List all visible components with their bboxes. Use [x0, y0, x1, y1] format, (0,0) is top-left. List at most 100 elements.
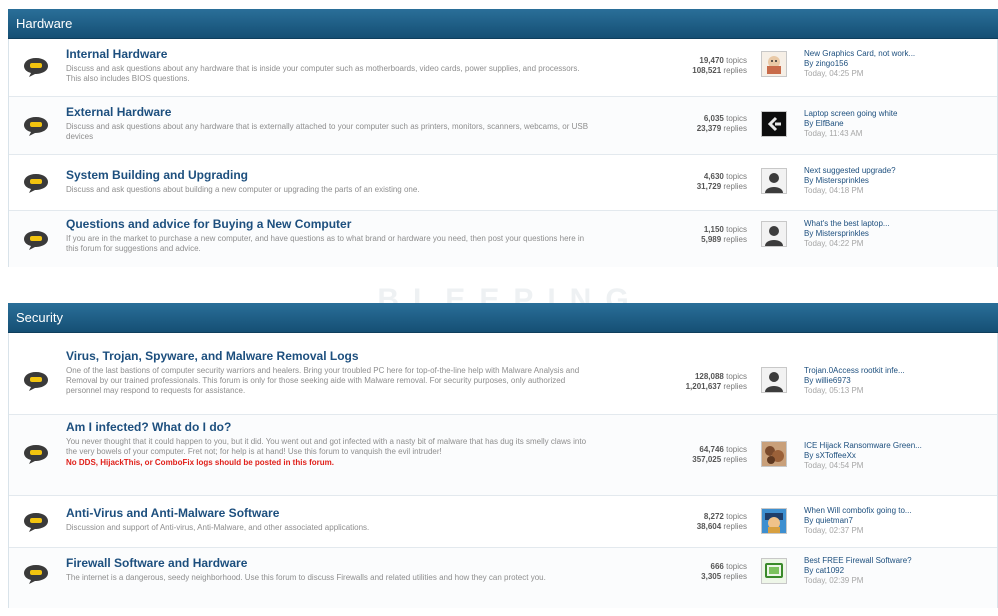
replies-count: 23,379: [696, 124, 722, 133]
topics-count: 6,035: [703, 114, 724, 123]
last-post-title-link[interactable]: When Will combofix going to...: [804, 506, 994, 516]
forum-row: System Building and Upgrading Discuss an…: [9, 155, 997, 211]
category-header[interactable]: Hardware: [8, 9, 998, 39]
forum-title-link[interactable]: External Hardware: [66, 105, 591, 120]
last-post-author: By cat1092: [804, 566, 994, 576]
replies-count: 357,025: [692, 455, 722, 464]
last-post-info: Trojan.0Access rootkit infe... By willie…: [804, 366, 994, 396]
last-post-author-link[interactable]: zingo156: [816, 59, 848, 68]
forum-title-link[interactable]: Anti-Virus and Anti-Malware Software: [66, 506, 591, 521]
forum-title-link[interactable]: Firewall Software and Hardware: [66, 556, 591, 571]
forum-stats: 64,746 topics 357,025 replies: [627, 445, 747, 465]
last-post-title-link[interactable]: Laptop screen going white: [804, 109, 994, 119]
last-post-title-link[interactable]: Best FREE Firewall Software?: [804, 556, 994, 566]
last-post-info: When Will combofix going to... By quietm…: [804, 506, 994, 536]
topics-count: 8,272: [703, 512, 724, 521]
replies-count: 31,729: [696, 182, 722, 191]
by-label: By: [804, 59, 814, 68]
forum-row: Questions and advice for Buying a New Co…: [9, 211, 997, 267]
forum-description: If you are in the market to purchase a n…: [66, 234, 585, 253]
forum-row: Am I infected? What do I do? You never t…: [9, 415, 997, 496]
by-label: By: [804, 229, 814, 238]
replies-label: replies: [723, 522, 747, 531]
last-post-title-link[interactable]: Trojan.0Access rootkit infe...: [804, 366, 994, 376]
forum-info: Am I infected? What do I do? You never t…: [66, 420, 591, 468]
last-poster-avatar[interactable]: [761, 111, 787, 137]
last-post-title-link[interactable]: What's the best laptop...: [804, 219, 994, 229]
last-post-author-link[interactable]: willie6973: [816, 376, 851, 385]
last-post-title-link[interactable]: New Graphics Card, not work...: [804, 49, 994, 59]
forum-stats: 666 topics 3,305 replies: [627, 562, 747, 582]
last-poster-avatar[interactable]: [761, 367, 787, 393]
last-post-author-link[interactable]: Mistersprinkles: [816, 176, 869, 185]
last-post-info: What's the best laptop... By Mistersprin…: [804, 219, 994, 249]
last-poster-avatar[interactable]: [761, 558, 787, 584]
last-poster-avatar[interactable]: [761, 508, 787, 534]
forum-stats: 8,272 topics 38,604 replies: [627, 512, 747, 532]
category-header[interactable]: Security: [8, 303, 998, 333]
last-post-time: Today, 05:13 PM: [804, 386, 864, 395]
last-post-time: Today, 04:25 PM: [804, 69, 864, 78]
forum-info: Virus, Trojan, Spyware, and Malware Remo…: [66, 349, 591, 396]
forum-title-link[interactable]: Internal Hardware: [66, 47, 591, 62]
forum-info: External Hardware Discuss and ask questi…: [66, 105, 591, 142]
last-poster-avatar[interactable]: [761, 168, 787, 194]
last-post-author: By quietman7: [804, 516, 994, 526]
forum-description: Discussion and support of Anti-virus, An…: [66, 523, 370, 532]
forum-stats: 19,470 topics 108,521 replies: [627, 56, 747, 76]
forum-bubble-icon: [24, 231, 48, 250]
last-poster-avatar[interactable]: [761, 441, 787, 467]
last-poster-avatar[interactable]: [761, 51, 787, 77]
topics-label: topics: [726, 172, 747, 181]
last-post-info: New Graphics Card, not work... By zingo1…: [804, 49, 994, 79]
last-post-author-link[interactable]: cat1092: [816, 566, 844, 575]
replies-count: 5,989: [701, 235, 722, 244]
forum-list: Virus, Trojan, Spyware, and Malware Remo…: [8, 333, 998, 608]
replies-count: 108,521: [692, 66, 722, 75]
replies-label: replies: [723, 124, 747, 133]
last-post-author-link[interactable]: quietman7: [816, 516, 853, 525]
last-post-author-link[interactable]: Mistersprinkles: [816, 229, 869, 238]
replies-count: 3,305: [701, 572, 722, 581]
topics-count: 64,746: [699, 445, 724, 454]
last-poster-avatar[interactable]: [761, 221, 787, 247]
topics-label: topics: [726, 562, 747, 571]
forum-row: Internal Hardware Discuss and ask questi…: [9, 39, 997, 97]
forum-stats: 6,035 topics 23,379 replies: [627, 114, 747, 134]
replies-label: replies: [723, 455, 747, 464]
topics-count: 4,630: [703, 172, 724, 181]
forum-bubble-icon: [24, 513, 48, 532]
by-label: By: [804, 516, 814, 525]
last-post-author: By zingo156: [804, 59, 994, 69]
forum-title-link[interactable]: Questions and advice for Buying a New Co…: [66, 217, 591, 232]
last-post-time: Today, 04:18 PM: [804, 186, 864, 195]
topics-label: topics: [726, 445, 747, 454]
forum-stats: 1,150 topics 5,989 replies: [627, 225, 747, 245]
last-post-info: ICE Hijack Ransomware Green... By sXToff…: [804, 441, 994, 471]
last-post-author: By willie6973: [804, 376, 994, 386]
last-post-author: By Mistersprinkles: [804, 176, 994, 186]
last-post-time: Today, 02:39 PM: [804, 576, 864, 585]
replies-label: replies: [723, 66, 747, 75]
forum-title-link[interactable]: System Building and Upgrading: [66, 168, 591, 183]
last-post-info: Laptop screen going white By ElfBane Tod…: [804, 109, 994, 139]
forum-info: System Building and Upgrading Discuss an…: [66, 168, 591, 195]
forum-warning-notice: No DDS, HijackThis, or ComboFix logs sho…: [66, 458, 335, 467]
last-post-author-link[interactable]: sXToffeeXx: [816, 451, 856, 460]
replies-label: replies: [723, 382, 747, 391]
by-label: By: [804, 119, 814, 128]
last-post-title-link[interactable]: Next suggested upgrade?: [804, 166, 994, 176]
last-post-time: Today, 11:43 AM: [804, 129, 863, 138]
last-post-time: Today, 02:37 PM: [804, 526, 864, 535]
by-label: By: [804, 566, 814, 575]
category-hardware: Hardware Internal Hardware Discuss and a…: [8, 9, 998, 267]
forum-bubble-icon: [24, 445, 48, 464]
replies-label: replies: [723, 572, 747, 581]
forum-title-link[interactable]: Am I infected? What do I do?: [66, 420, 591, 435]
replies-count: 1,201,637: [685, 382, 722, 391]
last-post-author-link[interactable]: ElfBane: [816, 119, 844, 128]
forum-title-link[interactable]: Virus, Trojan, Spyware, and Malware Remo…: [66, 349, 591, 364]
forum-info: Anti-Virus and Anti-Malware Software Dis…: [66, 506, 591, 533]
last-post-title-link[interactable]: ICE Hijack Ransomware Green...: [804, 441, 994, 451]
forum-bubble-icon: [24, 58, 48, 77]
